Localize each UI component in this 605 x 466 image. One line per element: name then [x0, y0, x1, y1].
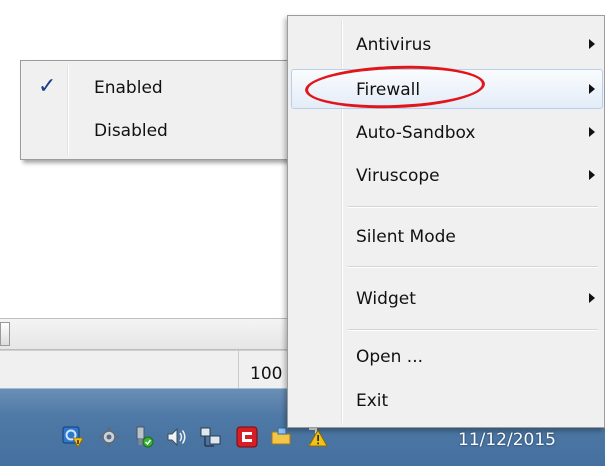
check-icon: ✓ — [38, 74, 57, 99]
menu-item-auto-sandbox[interactable]: Auto-Sandbox — [291, 112, 603, 152]
firewall-submenu: ✓ Enabled Disabled — [20, 60, 292, 160]
menu-separator — [348, 266, 598, 268]
menu-separator — [348, 329, 598, 331]
menu-item-label: Widget — [356, 289, 416, 309]
network-icon[interactable] — [200, 426, 222, 448]
zoom-level: 100 — [250, 364, 283, 384]
status-bar: 100 — [0, 350, 290, 389]
action-center-warning-icon[interactable] — [306, 426, 328, 448]
menu-item-label: Antivirus — [356, 35, 432, 55]
menu-separator — [348, 206, 598, 208]
settings-gear-icon[interactable] — [98, 426, 120, 448]
tray-context-menu: Antivirus Firewall Auto-Sandbox Viruscop… — [287, 15, 605, 428]
menu-item-label: Silent Mode — [356, 227, 456, 247]
menu-item-antivirus[interactable]: Antivirus — [291, 24, 603, 64]
menu-item-label: Exit — [356, 391, 389, 411]
horizontal-scrollbar[interactable] — [0, 318, 290, 350]
menu-item-open[interactable]: Open ... — [291, 336, 603, 376]
submenu-arrow-icon — [589, 39, 595, 49]
menu-item-viruscope[interactable]: Viruscope — [291, 155, 603, 195]
submenu-arrow-icon — [589, 84, 595, 94]
submenu-arrow-icon — [589, 127, 595, 137]
submenu-arrow-icon — [589, 170, 595, 180]
submenu-item-label: Enabled — [94, 78, 163, 98]
comodo-security-icon[interactable] — [236, 426, 258, 448]
menu-item-firewall[interactable]: Firewall — [291, 69, 603, 109]
menu-item-exit[interactable]: Exit — [291, 380, 603, 420]
menu-item-label: Firewall — [356, 80, 421, 100]
network-warning-icon[interactable] — [62, 426, 84, 448]
submenu-item-enabled[interactable]: ✓ Enabled — [24, 68, 288, 108]
submenu-item-disabled[interactable]: Disabled — [24, 111, 288, 151]
clock-date[interactable]: 11/12/2015 — [458, 430, 556, 450]
menu-item-silent-mode[interactable]: Silent Mode — [291, 216, 603, 256]
scrollbar-thumb[interactable] — [0, 322, 10, 346]
usb-device-icon[interactable] — [132, 426, 154, 448]
folder-icon[interactable] — [270, 426, 292, 448]
volume-icon[interactable] — [166, 426, 188, 448]
menu-item-label: Auto-Sandbox — [356, 123, 476, 143]
submenu-arrow-icon — [589, 293, 595, 303]
menu-item-label: Open ... — [356, 347, 424, 367]
menu-item-widget[interactable]: Widget — [291, 278, 603, 318]
submenu-item-label: Disabled — [94, 121, 168, 141]
menu-item-label: Viruscope — [356, 166, 440, 186]
status-divider — [238, 351, 239, 389]
